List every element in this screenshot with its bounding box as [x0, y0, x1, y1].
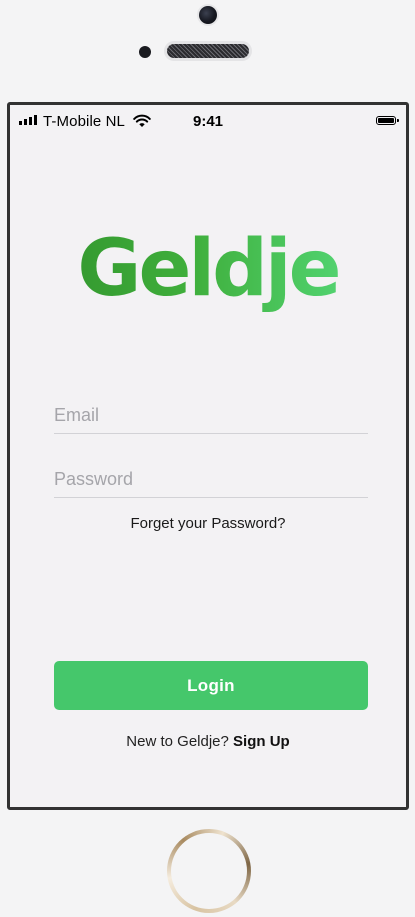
battery-icon: [376, 116, 399, 125]
status-bar: T-Mobile NL 9:41: [10, 105, 406, 133]
password-field-container: [54, 466, 368, 498]
status-time: 9:41: [192, 113, 224, 130]
earpiece-speaker: [167, 44, 249, 58]
phone-device: T-Mobile NL 9:41 Geldje Forget your Pass…: [0, 0, 415, 917]
front-camera: [199, 6, 217, 24]
signup-prompt-text: New to Geldje?: [126, 733, 229, 750]
forgot-password-link[interactable]: Forget your Password?: [10, 515, 406, 532]
password-input[interactable]: [54, 466, 368, 492]
app-logo: Geldje: [10, 219, 406, 319]
signup-prompt: New to Geldje? Sign Up: [10, 733, 406, 750]
email-field-container: [54, 402, 368, 434]
app-screen: T-Mobile NL 9:41 Geldje Forget your Pass…: [7, 102, 409, 810]
signup-link[interactable]: Sign Up: [233, 733, 290, 750]
login-button[interactable]: Login: [54, 661, 368, 710]
proximity-sensor: [139, 46, 151, 58]
home-button[interactable]: [167, 829, 251, 913]
email-input[interactable]: [54, 402, 368, 428]
